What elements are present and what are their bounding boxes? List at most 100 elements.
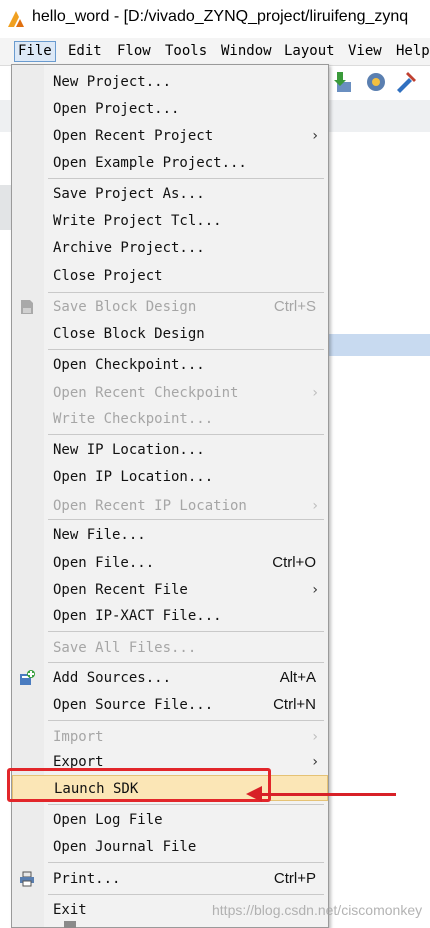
menu-item-print[interactable]: Print... Ctrl+P — [12, 866, 328, 892]
window-title: hello_word - [D:/vivado_ZYNQ_project/lir… — [32, 8, 409, 25]
menu-item-label: Open IP Location... — [53, 469, 214, 485]
menu-item-shortcut: Ctrl+S — [273, 298, 316, 315]
vivado-logo-icon — [8, 11, 24, 27]
add-sources-icon — [20, 670, 35, 685]
settings-icon[interactable] — [364, 70, 388, 94]
title-bar: hello_word - [D:/vivado_ZYNQ_project/lir… — [0, 0, 430, 38]
annotation-highlight-box — [7, 768, 271, 802]
menu-separator — [48, 894, 324, 895]
menu-separator — [48, 349, 324, 350]
side-panel — [0, 185, 11, 230]
menu-item-label: New File... — [53, 527, 146, 543]
menu-item-label: Save Block Design — [53, 299, 197, 315]
menu-file[interactable]: File — [14, 41, 56, 62]
menu-item-label: Open Journal File — [53, 839, 197, 855]
submenu-arrow-icon: › — [312, 498, 318, 514]
menu-item-label: Exit — [53, 902, 87, 918]
tools-icon[interactable] — [394, 70, 418, 94]
menu-item-add-sources[interactable]: Add Sources... Alt+A — [12, 665, 328, 691]
partial-icon — [64, 921, 76, 928]
menu-item-label: Open Recent IP Location — [53, 498, 247, 514]
menu-item-label: Save All Files... — [53, 640, 197, 656]
menu-item-shortcut: Ctrl+P — [273, 870, 316, 887]
menu-separator — [48, 720, 324, 721]
menu-item-label: Write Project Tcl... — [53, 213, 222, 229]
menu-item-open-ip-location[interactable]: Open IP Location... — [12, 464, 328, 490]
menu-item-label: Open Recent Project — [53, 128, 214, 144]
printer-icon — [20, 871, 34, 887]
menu-item-open-example-project[interactable]: Open Example Project... — [12, 150, 328, 176]
menu-item-open-file[interactable]: Open File... Ctrl+O — [12, 550, 328, 576]
menu-layout[interactable]: Layout — [281, 42, 338, 61]
menu-item-label: Archive Project... — [53, 240, 205, 256]
menu-item-label: Save Project As... — [53, 186, 205, 202]
menu-item-save-block-design: Save Block Design Ctrl+S — [12, 294, 328, 320]
menu-flow[interactable]: Flow — [114, 42, 154, 61]
menu-item-open-recent-project[interactable]: Open Recent Project › — [12, 123, 328, 149]
menu-item-label: Open Example Project... — [53, 155, 247, 171]
menu-separator — [48, 662, 324, 663]
menu-item-shortcut: Ctrl+O — [272, 554, 316, 571]
menu-item-close-block-design[interactable]: Close Block Design — [12, 321, 328, 347]
menu-item-shortcut: Ctrl+N — [273, 696, 316, 713]
menu-window[interactable]: Window — [218, 42, 275, 61]
menu-separator — [48, 178, 324, 179]
selected-row — [328, 334, 430, 356]
menu-item-label: New IP Location... — [53, 442, 205, 458]
watermark-text: https://blog.csdn.net/ciscomonkey — [212, 902, 423, 918]
menu-item-label: Open Log File — [53, 812, 163, 828]
menu-item-write-project-tcl[interactable]: Write Project Tcl... — [12, 208, 328, 234]
menu-item-open-recent-checkpoint: Open Recent Checkpoint › — [12, 380, 328, 406]
submenu-arrow-icon: › — [312, 582, 318, 598]
menu-item-label: New Project... — [53, 74, 172, 90]
menu-item-label: Write Checkpoint... — [53, 411, 214, 427]
menu-bar: File Edit Flow Tools Window Layout View … — [0, 38, 430, 66]
menu-separator — [48, 519, 324, 520]
menu-item-label: Add Sources... — [53, 670, 172, 686]
menu-item-label: Open Source File... — [53, 697, 214, 713]
menu-view[interactable]: View — [345, 42, 385, 61]
annotation-arrow-icon — [246, 786, 262, 802]
download-icon[interactable] — [331, 70, 355, 94]
menu-item-label: Open IP-XACT File... — [53, 608, 222, 624]
menu-item-close-project[interactable]: Close Project — [12, 263, 328, 289]
menu-item-write-checkpoint: Write Checkpoint... — [12, 406, 328, 432]
menu-item-label: Open Recent File — [53, 582, 188, 598]
menu-item-label: Close Project — [53, 268, 163, 284]
save-icon — [21, 300, 33, 314]
menu-separator — [48, 434, 324, 435]
menu-item-save-project-as[interactable]: Save Project As... — [12, 181, 328, 207]
menu-item-shortcut: Alt+A — [279, 669, 316, 686]
menu-item-label: Print... — [53, 871, 121, 887]
menu-separator — [48, 292, 324, 293]
menu-item-new-file[interactable]: New File... — [12, 522, 328, 548]
menu-item-label: Open Project... — [53, 101, 180, 117]
menu-item-new-ip-location[interactable]: New IP Location... — [12, 437, 328, 463]
menu-item-open-recent-file[interactable]: Open Recent File › — [12, 577, 328, 603]
menu-item-label: Open Checkpoint... — [53, 357, 205, 373]
menu-tools[interactable]: Tools — [162, 42, 210, 61]
menu-item-open-ip-xact-file[interactable]: Open IP-XACT File... — [12, 603, 328, 629]
menu-item-label: Import — [53, 729, 104, 745]
menu-item-open-recent-ip-location: Open Recent IP Location › — [12, 493, 328, 519]
menu-item-open-source-file[interactable]: Open Source File... Ctrl+N — [12, 692, 328, 718]
menu-item-open-project[interactable]: Open Project... — [12, 96, 328, 122]
annotation-arrow-shaft — [258, 793, 396, 796]
menu-item-import: Import › — [12, 724, 328, 750]
menu-item-label: Open File... — [53, 555, 155, 571]
submenu-arrow-icon: › — [312, 385, 318, 401]
submenu-arrow-icon: › — [312, 128, 318, 144]
menu-item-archive-project[interactable]: Archive Project... — [12, 235, 328, 261]
menu-edit[interactable]: Edit — [65, 42, 105, 61]
menu-item-new-project[interactable]: New Project... — [12, 69, 328, 95]
menu-separator — [48, 804, 324, 805]
submenu-arrow-icon: › — [312, 729, 318, 745]
menu-item-open-checkpoint[interactable]: Open Checkpoint... — [12, 352, 328, 378]
menu-help[interactable]: Help — [393, 42, 430, 61]
menu-separator — [48, 631, 324, 632]
menu-item-label: Close Block Design — [53, 326, 205, 342]
menu-item-open-journal-file[interactable]: Open Journal File — [12, 834, 328, 860]
menu-separator — [48, 862, 324, 863]
menu-item-open-log-file[interactable]: Open Log File — [12, 807, 328, 833]
submenu-arrow-icon: › — [312, 754, 318, 770]
